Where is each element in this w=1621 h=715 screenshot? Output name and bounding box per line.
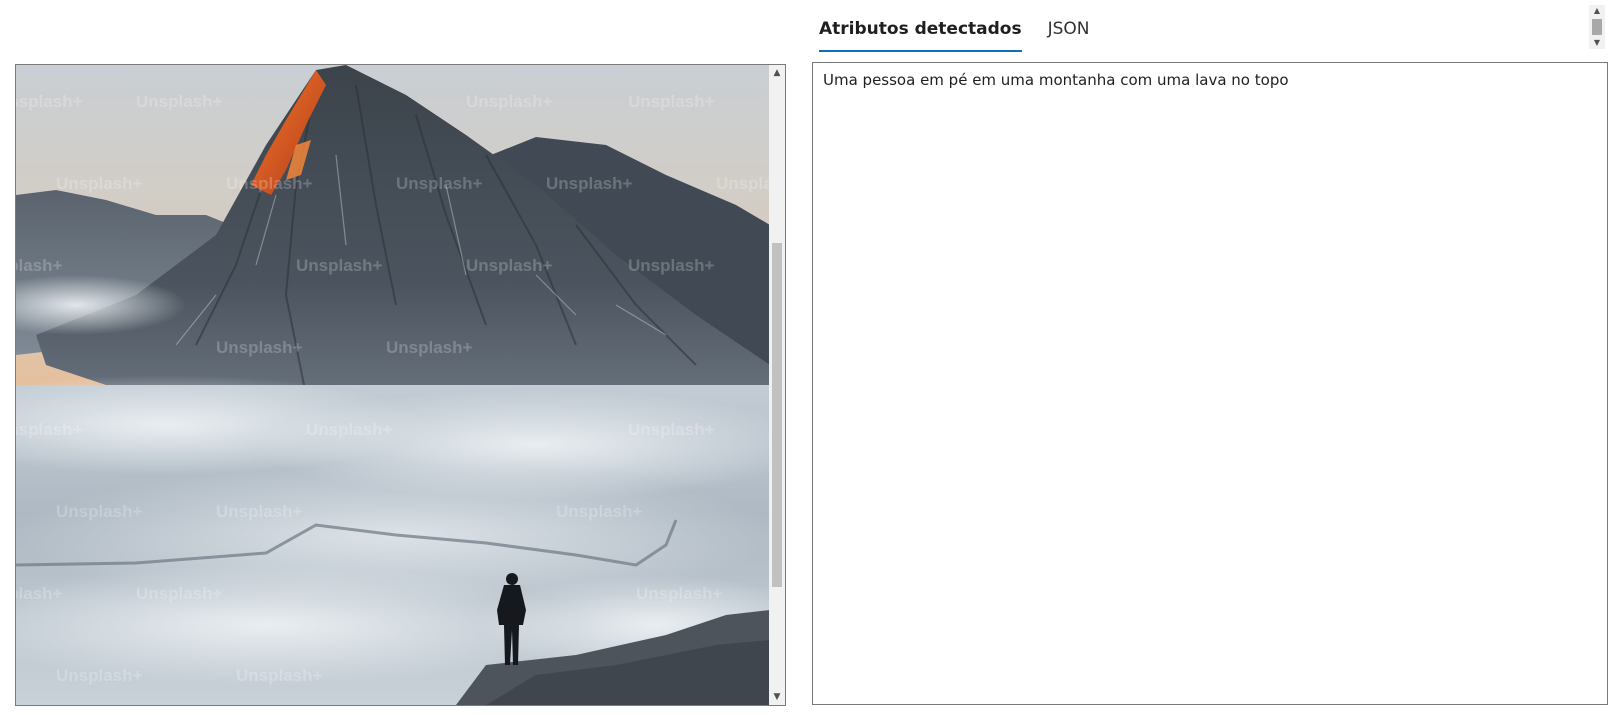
app-page: Unsplash+ Unsplash+ Unsplash+ Unsplash+ …	[0, 0, 1621, 715]
result-tabs: Atributos detectados JSON	[819, 12, 1090, 52]
svg-text:Unsplash+: Unsplash+	[396, 174, 483, 193]
svg-text:Unsplash+: Unsplash+	[236, 666, 323, 685]
svg-text:Unsplash+: Unsplash+	[56, 666, 143, 685]
uploaded-photo: Unsplash+ Unsplash+ Unsplash+ Unsplash+ …	[16, 65, 770, 705]
svg-text:Unsplash+: Unsplash+	[386, 338, 473, 357]
svg-text:Unsplash+: Unsplash+	[628, 420, 715, 439]
svg-text:Unsplash+: Unsplash+	[716, 174, 770, 193]
scroll-down-icon[interactable]: ▼	[769, 689, 785, 705]
svg-text:Unsplash+: Unsplash+	[628, 92, 715, 111]
svg-text:Unsplash+: Unsplash+	[136, 92, 223, 111]
scroll-down-icon[interactable]: ▼	[1589, 37, 1605, 49]
tab-detected-attributes[interactable]: Atributos detectados	[819, 12, 1022, 52]
scrollbar-thumb[interactable]	[772, 243, 782, 587]
svg-text:Unsplash+: Unsplash+	[56, 174, 143, 193]
svg-text:Unsplash+: Unsplash+	[546, 174, 633, 193]
svg-text:Unsplash+: Unsplash+	[16, 584, 63, 603]
image-scrollbar[interactable]: ▲ ▼	[769, 65, 785, 705]
svg-text:Unsplash+: Unsplash+	[628, 256, 715, 275]
tabs-scrollbar[interactable]: ▲ ▼	[1589, 5, 1605, 49]
svg-text:Unsplash+: Unsplash+	[226, 174, 313, 193]
scroll-up-icon[interactable]: ▲	[769, 65, 785, 81]
result-textarea[interactable]: Uma pessoa em pé em uma montanha com uma…	[812, 62, 1608, 705]
tab-json[interactable]: JSON	[1048, 12, 1090, 50]
scrollbar-thumb[interactable]	[1592, 19, 1602, 35]
svg-text:Unsplash+: Unsplash+	[16, 92, 83, 111]
svg-text:Unsplash+: Unsplash+	[466, 92, 553, 111]
svg-text:Unsplash+: Unsplash+	[16, 256, 63, 275]
scroll-up-icon[interactable]: ▲	[1589, 5, 1605, 17]
svg-text:Unsplash+: Unsplash+	[306, 420, 393, 439]
svg-text:Unsplash+: Unsplash+	[556, 502, 643, 521]
svg-text:Unsplash+: Unsplash+	[216, 502, 303, 521]
svg-text:Unsplash+: Unsplash+	[16, 420, 83, 439]
svg-text:Unsplash+: Unsplash+	[216, 338, 303, 357]
svg-text:Unsplash+: Unsplash+	[56, 502, 143, 521]
image-viewer[interactable]: Unsplash+ Unsplash+ Unsplash+ Unsplash+ …	[15, 64, 786, 706]
svg-text:Unsplash+: Unsplash+	[296, 256, 383, 275]
svg-text:Unsplash+: Unsplash+	[466, 256, 553, 275]
svg-text:Unsplash+: Unsplash+	[636, 584, 723, 603]
svg-text:Unsplash+: Unsplash+	[136, 584, 223, 603]
